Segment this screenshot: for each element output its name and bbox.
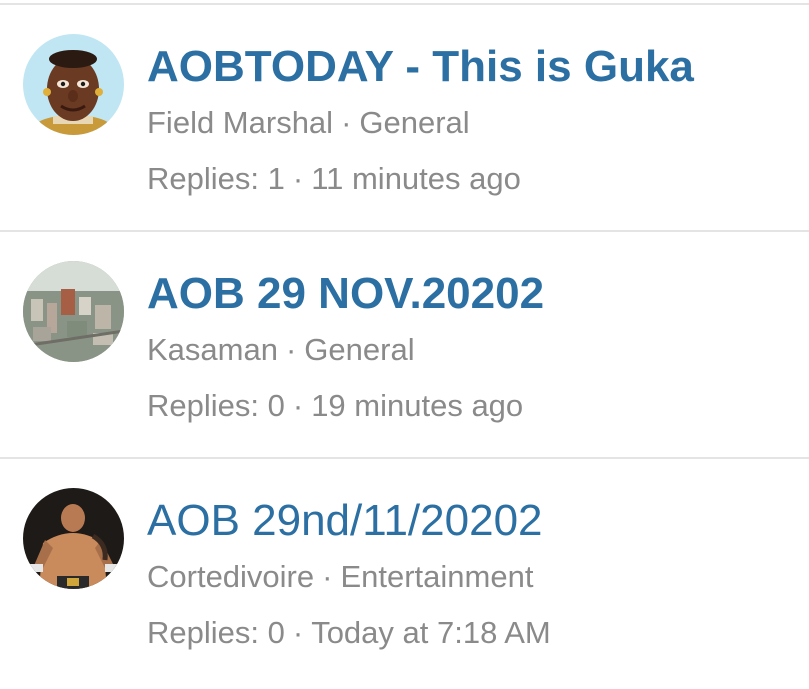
thread-time: 11 minutes ago bbox=[311, 161, 521, 196]
thread-title[interactable]: AOB 29nd/11/20202 bbox=[147, 495, 543, 547]
avatar[interactable] bbox=[23, 488, 124, 589]
cartoon-face-avatar-icon bbox=[23, 34, 124, 135]
city-aerial-avatar-icon bbox=[23, 261, 124, 362]
thread-meta-line: Cortedivoire · Entertainment bbox=[147, 559, 533, 595]
reply-count: Replies: 1 bbox=[147, 161, 285, 196]
meta-separator: · bbox=[341, 105, 352, 140]
thread-stats-line: Replies: 0 · Today at 7:18 AM bbox=[147, 615, 551, 651]
meta-separator: · bbox=[292, 161, 304, 196]
forum-name[interactable]: General bbox=[359, 105, 469, 140]
avatar[interactable] bbox=[23, 261, 124, 362]
thread-meta-line: Field Marshal · General bbox=[147, 105, 470, 141]
thread-item[interactable]: AOBTODAY - This is Guka Field Marshal · Ge… bbox=[0, 5, 809, 232]
author-name[interactable]: Kasaman bbox=[147, 332, 278, 367]
meta-separator: · bbox=[292, 388, 304, 423]
forum-name[interactable]: Entertainment bbox=[340, 559, 533, 594]
meta-separator: · bbox=[285, 332, 297, 367]
thread-stats-line: Replies: 1 · 11 minutes ago bbox=[147, 161, 521, 197]
reply-count: Replies: 0 bbox=[147, 615, 285, 650]
thread-title[interactable]: AOBTODAY - This is Guka bbox=[147, 41, 694, 93]
thread-time: Today at 7:18 AM bbox=[311, 615, 551, 650]
thread-list: AOBTODAY - This is Guka Field Marshal · Ge… bbox=[0, 5, 809, 686]
author-name[interactable]: Cortedivoire bbox=[147, 559, 314, 594]
thread-stats-line: Replies: 0 · 19 minutes ago bbox=[147, 388, 523, 424]
thread-meta-line: Kasaman · General bbox=[147, 332, 415, 368]
wrestler-avatar-icon bbox=[23, 488, 124, 589]
meta-separator: · bbox=[322, 559, 333, 594]
reply-count: Replies: 0 bbox=[147, 388, 285, 423]
forum-name[interactable]: General bbox=[304, 332, 414, 367]
thread-time: 19 minutes ago bbox=[311, 388, 524, 423]
thread-item[interactable]: AOB 29 NOV.20202 Kasaman · General Replies… bbox=[0, 232, 809, 459]
thread-title[interactable]: AOB 29 NOV.20202 bbox=[147, 268, 544, 320]
avatar[interactable] bbox=[23, 34, 124, 135]
thread-item[interactable]: AOB 29nd/11/20202 Cortedivoire · Entertain… bbox=[0, 459, 809, 686]
author-name[interactable]: Field Marshal bbox=[147, 105, 333, 140]
meta-separator: · bbox=[292, 615, 304, 650]
